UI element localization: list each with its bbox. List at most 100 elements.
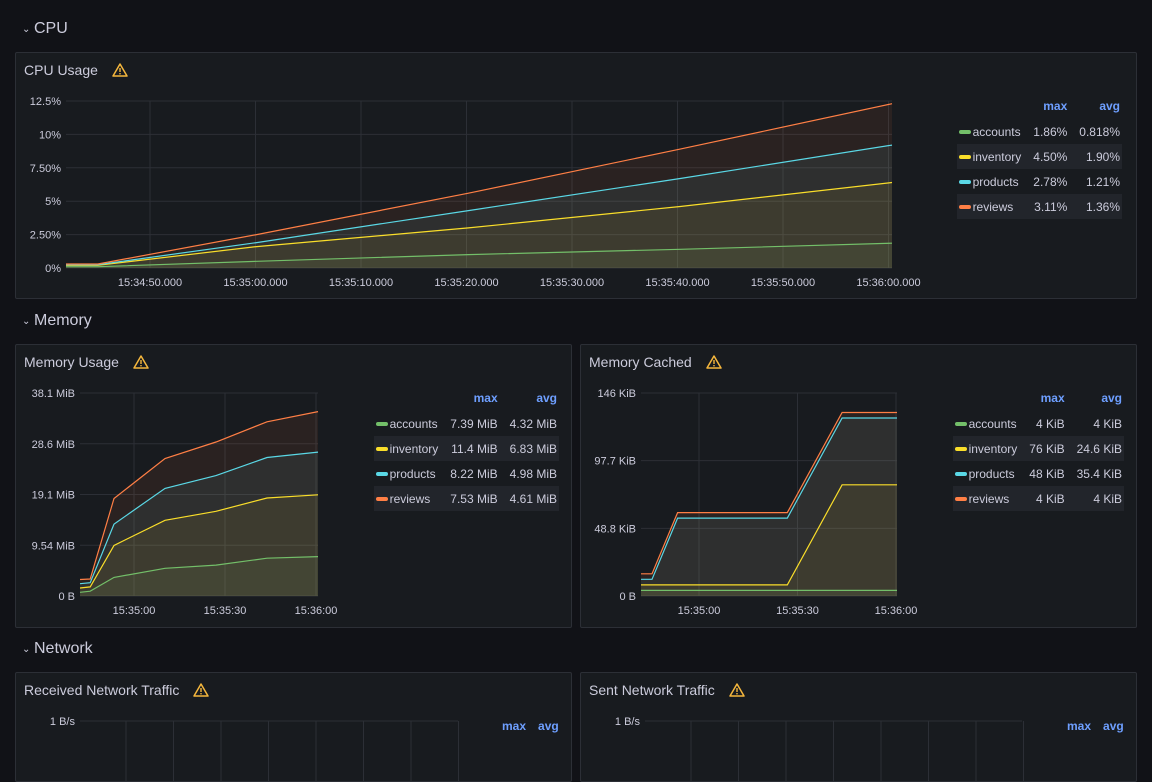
- y-tick-label: 0 B: [619, 591, 636, 603]
- legend-row-inventory[interactable]: inventory 76 KiB 24.6 KiB: [952, 436, 1124, 461]
- legend-row-accounts[interactable]: accounts 4 KiB 4 KiB: [953, 411, 1124, 436]
- legend-table: max avg: [1057, 719, 1126, 739]
- y-tick-label: 0 B: [58, 591, 75, 603]
- y-tick-label: 146 KiB: [597, 388, 636, 400]
- y-tick-label: 1 B/s: [50, 716, 76, 728]
- series-color-swatch: [375, 447, 388, 452]
- legend-header-avg[interactable]: avg: [1093, 719, 1126, 739]
- series-color-swatch: [375, 422, 388, 427]
- received-network-chart[interactable]: 1 B/s: [16, 673, 572, 782]
- legend-max-value: 3.11%: [1023, 194, 1070, 219]
- legend-header-max[interactable]: max: [1023, 99, 1069, 119]
- legend-header-max[interactable]: max: [1057, 719, 1093, 739]
- legend-series-name: inventory: [970, 144, 1024, 169]
- series-color-swatch: [958, 130, 971, 135]
- legend-series-name: reviews: [970, 194, 1024, 219]
- legend-header-max[interactable]: max: [492, 719, 528, 739]
- legend-series-name: inventory: [387, 436, 441, 461]
- legend-header-max[interactable]: max: [440, 391, 499, 411]
- legend-header-avg[interactable]: avg: [500, 391, 559, 411]
- series-color-swatch: [958, 205, 971, 210]
- series-color-swatch: [375, 472, 388, 477]
- x-tick-label: 15:36:00.000: [856, 277, 920, 289]
- sent-network-chart[interactable]: 1 B/s: [581, 673, 1137, 782]
- legend-row-accounts[interactable]: accounts 1.86% 0.818%: [957, 119, 1122, 144]
- series-color-swatch: [958, 155, 971, 160]
- legend-max-value: 11.4 MiB: [440, 436, 500, 461]
- x-tick-label: 15:35:30: [204, 605, 247, 617]
- legend-max-value: 76 KiB: [1019, 436, 1067, 461]
- legend-avg-value: 4.98 MiB: [509, 466, 557, 481]
- legend-max-value: 4.50%: [1023, 144, 1070, 169]
- series-color-swatch: [954, 422, 967, 427]
- legend-row-reviews[interactable]: reviews 7.53 MiB 4.61 MiB: [373, 486, 559, 511]
- legend-header-max[interactable]: max: [1019, 391, 1066, 411]
- x-tick-label: 15:36:00: [875, 605, 918, 617]
- legend-max-value: 48 KiB: [1029, 466, 1065, 481]
- chevron-down-icon: ⌄: [22, 643, 31, 655]
- legend-avg-value: 0.818%: [1079, 124, 1120, 139]
- legend-avg-value: 4 KiB: [1093, 416, 1122, 431]
- row-title: Network: [34, 640, 93, 657]
- legend-row-inventory[interactable]: inventory 11.4 MiB 6.83 MiB: [373, 436, 559, 461]
- received-network-traffic-panel: Received Network Traffic 1 B/s max avg: [15, 672, 572, 782]
- chevron-down-icon: ⌄: [22, 23, 31, 35]
- legend-series-name: inventory: [966, 436, 1020, 461]
- legend-series-name: accounts: [968, 416, 1017, 431]
- row-memory-header[interactable]: ⌄ Memory: [22, 310, 92, 332]
- series-color-swatch: [954, 447, 967, 452]
- row-title: Memory: [34, 312, 92, 329]
- chevron-down-icon: ⌄: [22, 315, 31, 327]
- legend-header-avg[interactable]: avg: [1067, 391, 1124, 411]
- legend-series-name: accounts: [389, 416, 438, 431]
- legend-avg-value: 35.4 KiB: [1076, 466, 1122, 481]
- legend-row-reviews[interactable]: reviews 3.11% 1.36%: [956, 194, 1122, 219]
- row-title: CPU: [34, 20, 68, 37]
- legend-table: max avg accounts 7.39 MiB 4.32 MiB inven…: [373, 391, 559, 511]
- x-tick-label: 15:35:30.000: [540, 277, 604, 289]
- y-tick-label: 48.8 KiB: [594, 523, 636, 535]
- x-tick-label: 15:35:40.000: [645, 277, 709, 289]
- memory-cached-panel: Memory Cached 0 B 48.8 KiB 97.7 KiB 146 KiB…: [580, 344, 1137, 628]
- y-tick-label: 5%: [45, 196, 61, 208]
- legend-avg-value: 6.83 MiB: [499, 436, 559, 461]
- legend-row-reviews[interactable]: reviews 4 KiB 4 KiB: [952, 486, 1124, 511]
- legend-series-name: accounts: [972, 124, 1021, 139]
- y-tick-label: 9.54 MiB: [32, 540, 75, 552]
- legend-max-value: 2.78%: [1033, 174, 1068, 189]
- legend-avg-value: 4.61 MiB: [499, 486, 559, 511]
- series-color-swatch: [954, 497, 967, 502]
- series-color-swatch: [375, 497, 388, 502]
- legend-avg-value: 1.90%: [1069, 144, 1122, 169]
- row-cpu-header[interactable]: ⌄ CPU: [22, 18, 68, 40]
- legend-avg-value: 4 KiB: [1066, 486, 1124, 511]
- y-tick-label: 28.6 MiB: [32, 439, 75, 451]
- y-tick-label: 7.50%: [30, 163, 61, 175]
- sent-network-traffic-panel: Sent Network Traffic 1 B/s max avg: [580, 672, 1137, 782]
- y-tick-label: 38.1 MiB: [32, 388, 75, 400]
- row-network-header[interactable]: ⌄ Network: [22, 638, 93, 660]
- x-tick-label: 15:35:30: [776, 605, 819, 617]
- legend-row-products[interactable]: products 8.22 MiB 4.98 MiB: [374, 461, 559, 486]
- legend-row-inventory[interactable]: inventory 4.50% 1.90%: [956, 144, 1122, 169]
- x-tick-label: 15:35:00: [678, 605, 721, 617]
- legend-max-value: 7.53 MiB: [440, 486, 500, 511]
- cpu-usage-panel: CPU Usage 0% 2.50% 5% 7.50% 10% 12.5% 15:34:50…: [15, 52, 1137, 299]
- series-color-swatch: [958, 180, 971, 185]
- y-tick-label: 12.5%: [30, 96, 61, 108]
- legend-header-avg[interactable]: avg: [1069, 99, 1122, 119]
- legend-row-products[interactable]: products 2.78% 1.21%: [957, 169, 1122, 194]
- legend-table: max avg: [492, 719, 561, 739]
- legend-max-value: 1.86%: [1033, 124, 1068, 139]
- series-area-reviews: [641, 412, 897, 596]
- legend-row-products[interactable]: products 48 KiB 35.4 KiB: [953, 461, 1124, 486]
- legend-header-avg[interactable]: avg: [528, 719, 561, 739]
- legend-series-name: products: [389, 466, 436, 481]
- legend-row-accounts[interactable]: accounts 7.39 MiB 4.32 MiB: [374, 411, 559, 436]
- legend-max-value: 4 KiB: [1019, 486, 1067, 511]
- series-area-reviews: [80, 411, 318, 596]
- legend-table: max avg accounts 1.86% 0.818% inventory …: [956, 99, 1122, 219]
- legend-max-value: 8.22 MiB: [450, 466, 498, 481]
- legend-avg-value: 24.6 KiB: [1066, 436, 1124, 461]
- y-tick-label: 10%: [39, 129, 61, 141]
